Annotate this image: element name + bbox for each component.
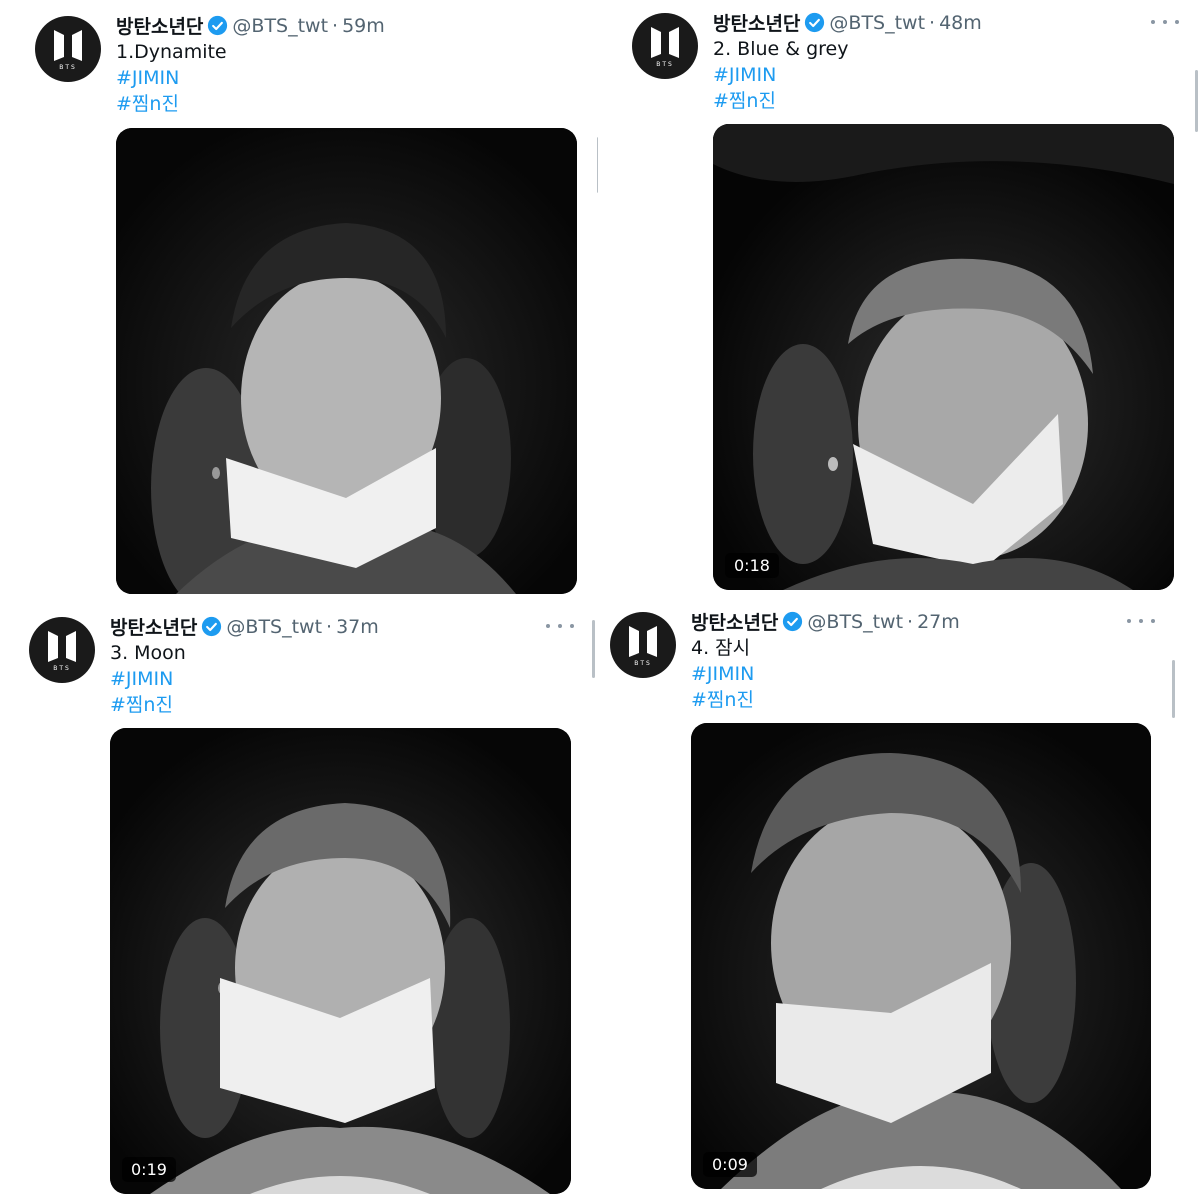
bts-logo-icon: BTS — [54, 30, 82, 71]
avatar-label: BTS — [656, 61, 674, 68]
video-frame — [116, 128, 577, 594]
scrollbar-thumb[interactable] — [1195, 70, 1198, 132]
video-duration: 0:18 — [725, 553, 779, 578]
avatar[interactable]: BTS — [29, 617, 95, 683]
verified-badge-icon — [202, 616, 222, 637]
handle[interactable]: @BTS_twt — [232, 15, 328, 37]
hashtag-link[interactable]: #JIMIN — [713, 62, 776, 88]
separator: · — [929, 11, 936, 34]
avatar[interactable]: BTS — [610, 612, 676, 678]
handle[interactable]: @BTS_twt — [807, 611, 903, 633]
hashtag-link[interactable]: #찜n진 — [116, 91, 179, 117]
video-thumbnail[interactable]: 0:09 — [691, 723, 1151, 1189]
handle[interactable]: @BTS_twt — [226, 616, 322, 638]
panel-divider — [0, 598, 1200, 602]
tweet-4: BTS 방탄소년단 @BTS_twt · 27m 4. 잠시 #JIMIN #찜… — [600, 600, 1200, 1200]
display-name[interactable]: 방탄소년단 — [713, 9, 800, 36]
hashtag-link[interactable]: #JIMIN — [116, 65, 179, 91]
scrollbar-thumb[interactable] — [592, 620, 595, 678]
hashtag-link[interactable]: #찜n진 — [691, 687, 754, 713]
verified-badge-icon — [783, 611, 803, 632]
avatar-label: BTS — [59, 64, 77, 71]
verified-badge-icon — [805, 12, 825, 33]
tweet-1: BTS 방탄소년단 @BTS_twt · 59m 1.Dynamite #JIM… — [0, 0, 600, 600]
timestamp[interactable]: 59m — [342, 15, 385, 37]
separator: · — [326, 615, 333, 638]
scrollbar-thumb[interactable] — [1172, 660, 1175, 718]
tweet-header: 방탄소년단 @BTS_twt · 27m — [691, 608, 960, 635]
hashtag-link[interactable]: #JIMIN — [691, 661, 754, 687]
verified-badge-icon — [208, 15, 228, 36]
more-options-icon[interactable] — [546, 621, 574, 631]
timestamp[interactable]: 27m — [917, 611, 960, 633]
avatar[interactable]: BTS — [35, 16, 101, 82]
video-thumbnail[interactable]: 0:18 — [713, 124, 1174, 590]
bts-logo-icon: BTS — [629, 626, 657, 667]
hashtag-link[interactable]: #JIMIN — [110, 666, 173, 692]
timestamp[interactable]: 37m — [336, 616, 379, 638]
tweet-2: BTS 방탄소년단 @BTS_twt · 48m 2. Blue & grey … — [600, 0, 1200, 600]
video-frame — [713, 124, 1174, 590]
hashtag-link[interactable]: #찜n진 — [110, 692, 173, 718]
avatar-label: BTS — [634, 660, 652, 667]
video-frame — [691, 723, 1151, 1189]
tweet-header: 방탄소년단 @BTS_twt · 48m — [713, 9, 982, 36]
tweet-text: 1.Dynamite — [116, 41, 227, 63]
video-duration: 0:19 — [122, 1157, 176, 1182]
tweet-text: 3. Moon — [110, 642, 186, 664]
display-name[interactable]: 방탄소년단 — [691, 608, 778, 635]
avatar[interactable]: BTS — [632, 13, 698, 79]
timestamp[interactable]: 48m — [939, 12, 982, 34]
video-thumbnail[interactable] — [116, 128, 577, 594]
tweet-text: 2. Blue & grey — [713, 38, 849, 60]
display-name[interactable]: 방탄소년단 — [110, 613, 197, 640]
video-duration: 0:09 — [703, 1152, 757, 1177]
display-name[interactable]: 방탄소년단 — [116, 12, 203, 39]
separator: · — [332, 14, 339, 37]
tweet-text: 4. 잠시 — [691, 637, 751, 659]
video-frame — [110, 728, 571, 1194]
more-options-icon[interactable] — [1151, 17, 1179, 27]
tweet-3: BTS 방탄소년단 @BTS_twt · 37m 3. Moon #JIMIN … — [0, 600, 600, 1200]
video-thumbnail[interactable]: 0:19 — [110, 728, 571, 1194]
bts-logo-icon: BTS — [651, 27, 679, 68]
separator: · — [907, 610, 914, 633]
tweet-header: 방탄소년단 @BTS_twt · 59m — [116, 12, 385, 39]
handle[interactable]: @BTS_twt — [829, 12, 925, 34]
bts-logo-icon: BTS — [48, 631, 76, 672]
more-options-icon[interactable] — [1127, 616, 1155, 626]
avatar-label: BTS — [53, 665, 71, 672]
tweet-header: 방탄소년단 @BTS_twt · 37m — [110, 613, 379, 640]
hashtag-link[interactable]: #찜n진 — [713, 88, 776, 114]
